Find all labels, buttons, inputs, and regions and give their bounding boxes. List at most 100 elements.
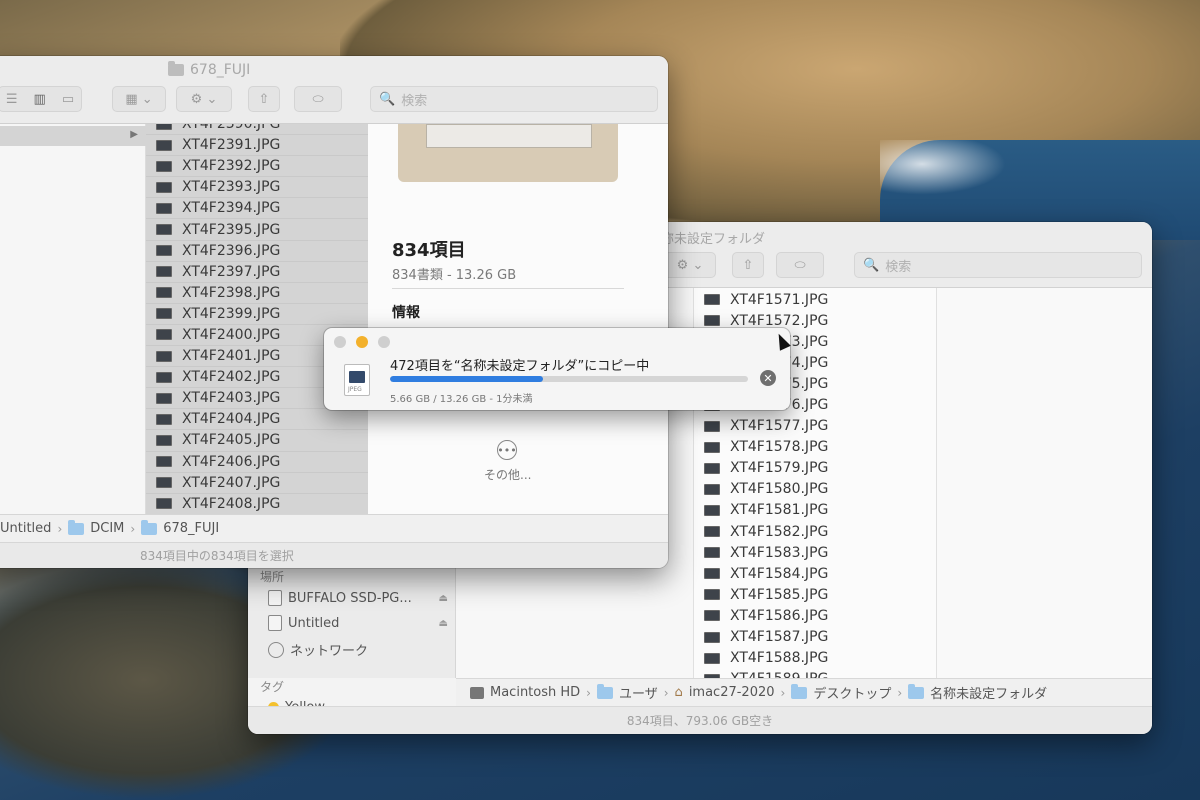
image-thumbnail-icon [156,308,172,320]
file-row[interactable]: XT4F2390.JPG [146,124,368,136]
file-row[interactable]: XT4F1579.JPG [694,458,936,479]
file-row[interactable]: XT4F1581.JPG [694,500,936,521]
image-thumbnail-icon [156,266,172,278]
file-row[interactable]: XT4F2391.JPG [146,135,368,157]
view-mode-segmented-control[interactable]: ☰ ▥ ▭ [0,86,82,112]
image-thumbnail-icon [704,610,720,622]
file-row[interactable]: XT4F1571.JPG [694,289,936,310]
preview-pane: 834項目 834書類 - 13.26 GB 情報 ••• その他... [368,124,668,514]
file-row[interactable]: XT4F2408.JPG [146,494,368,514]
close-icon: ✕ [763,371,773,385]
search-field[interactable]: 🔍 検索 [854,252,1142,278]
file-row[interactable]: XT4F1589.JPG [694,669,936,678]
file-row[interactable]: XT4F2398.JPG [146,283,368,304]
file-row[interactable]: XT4F1582.JPG [694,521,936,542]
file-name: XT4F2407.JPG [182,474,281,491]
file-name: XT4F1571.JPG [730,291,829,308]
status-bar: 834項目中の834項目を選択 [0,542,668,568]
column-view-icon[interactable]: ▥ [34,92,46,107]
image-thumbnail-icon [704,441,720,453]
file-row[interactable]: XT4F1588.JPG [694,648,936,669]
file-row[interactable]: XT4F2392.JPG [146,156,368,178]
more-label[interactable]: その他... [484,466,531,483]
file-row[interactable]: XT4F2407.JPG [146,473,368,494]
eject-icon[interactable]: ⏏ [439,618,448,629]
zoom-window-button[interactable] [378,336,390,348]
folder-icon [908,683,925,699]
file-name: XT4F2390.JPG [182,124,281,133]
share-icon: ⇧ [258,91,270,107]
eject-icon[interactable]: ⏏ [439,593,448,604]
minimize-window-button[interactable] [356,336,368,348]
file-row[interactable]: XT4F1578.JPG [694,437,936,458]
image-thumbnail-icon [704,547,720,559]
status-bar: 834項目、793.06 GB空き [248,706,1152,734]
folder-icon [141,519,158,535]
share-icon: ⇧ [742,257,754,273]
file-row[interactable]: XT4F2405.JPG [146,430,368,452]
divider [392,288,624,289]
folder-icon [791,683,808,699]
grid-icon: ▦ ⌄ [125,91,153,107]
path-item[interactable]: Untitled [0,521,51,536]
chevron-right-icon: › [897,685,903,700]
file-name: XT4F2398.JPG [182,284,281,301]
wallpaper-surf [880,140,1020,200]
file-row[interactable]: XT4F2396.JPG [146,241,368,262]
file-row[interactable]: XT4F2395.JPG [146,219,368,241]
folder-icon [68,519,85,535]
path-item[interactable]: デスクトップ [813,683,891,702]
column-view-files[interactable]: XT4F2390.JPG XT4F2391.JPG XT4F2392.JPG XT4F… [146,124,368,514]
sidebar-item-buffalo[interactable]: BUFFALO SSD-PG... ⏏ [268,590,448,606]
action-menu-button[interactable]: ⚙ ⌄ [176,86,232,112]
file-name: XT4F1581.JPG [730,502,829,519]
copy-progress-dialog[interactable]: JPEG 472項目を“名称未設定フォルダ”にコピー中 ✕ 5.66 GB / … [324,328,790,410]
file-row[interactable]: XT4F2404.JPG [146,409,368,431]
path-item[interactable]: 名称未設定フォルダ [930,683,1047,702]
path-item[interactable]: 678_FUJI [163,521,219,536]
chevron-right-icon: › [57,521,63,536]
search-field[interactable]: 🔍 検索 [370,86,658,112]
titlebar[interactable]: 678_FUJI ☰ ▥ ▭ ▦ ⌄ ⚙ ⌄ ⇧ ⬭ 🔍 検索 [0,56,668,124]
tag-button[interactable]: ⬭ [776,252,824,278]
tag-icon: ⬭ [794,257,806,273]
close-window-button[interactable] [334,336,346,348]
file-name: XT4F1584.JPG [730,565,829,582]
more-button[interactable]: ••• [497,440,517,460]
file-row[interactable]: XT4F1583.JPG [694,542,936,563]
group-by-button[interactable]: ▦ ⌄ [112,86,166,112]
finder-window-source[interactable]: 678_FUJI ☰ ▥ ▭ ▦ ⌄ ⚙ ⌄ ⇧ ⬭ 🔍 検索 ▶ XT4F23… [0,56,668,568]
tag-button[interactable]: ⬭ [294,86,342,112]
cancel-copy-button[interactable]: ✕ [760,370,776,386]
file-row[interactable]: XT4F2394.JPG [146,198,368,220]
file-row[interactable]: XT4F1577.JPG [694,416,936,437]
gallery-view-icon[interactable]: ▭ [62,92,74,107]
file-row[interactable]: XT4F2406.JPG [146,452,368,473]
window-title-group: 678_FUJI [168,61,250,78]
search-placeholder: 検索 [885,259,912,275]
file-row[interactable]: XT4F1580.JPG [694,479,936,500]
share-button[interactable]: ⇧ [248,86,280,112]
file-row[interactable]: XT4F1585.JPG [694,584,936,605]
file-name: XT4F2394.JPG [182,200,281,217]
sidebar-item-network[interactable]: ネットワーク [268,640,448,659]
file-row[interactable]: XT4F1587.JPG [694,627,936,648]
selected-folder-row[interactable]: ▶ [0,126,146,146]
file-row[interactable]: XT4F2397.JPG [146,262,368,283]
file-row[interactable]: XT4F2399.JPG [146,304,368,325]
path-item[interactable]: ユーザ [619,683,658,702]
file-row[interactable]: XT4F1586.JPG [694,605,936,626]
path-item[interactable]: imac27-2020 [689,685,775,700]
share-button[interactable]: ⇧ [732,252,764,278]
file-list: XT4F2390.JPG XT4F2391.JPG XT4F2392.JPG XT4F… [146,124,368,514]
column-view-parent[interactable]: ▶ [0,124,146,514]
file-row[interactable]: XT4F1584.JPG [694,563,936,584]
action-menu-button[interactable]: ⚙ ⌄ [664,252,716,278]
path-item[interactable]: Macintosh HD [490,685,580,700]
file-row[interactable]: XT4F2393.JPG [146,177,368,199]
chevron-right-icon: › [130,521,136,536]
path-item[interactable]: DCIM [90,521,124,536]
sidebar-item-untitled[interactable]: Untitled ⏏ [268,615,448,631]
list-view-icon[interactable]: ☰ [6,92,18,107]
chevron-right-icon: › [663,685,669,700]
